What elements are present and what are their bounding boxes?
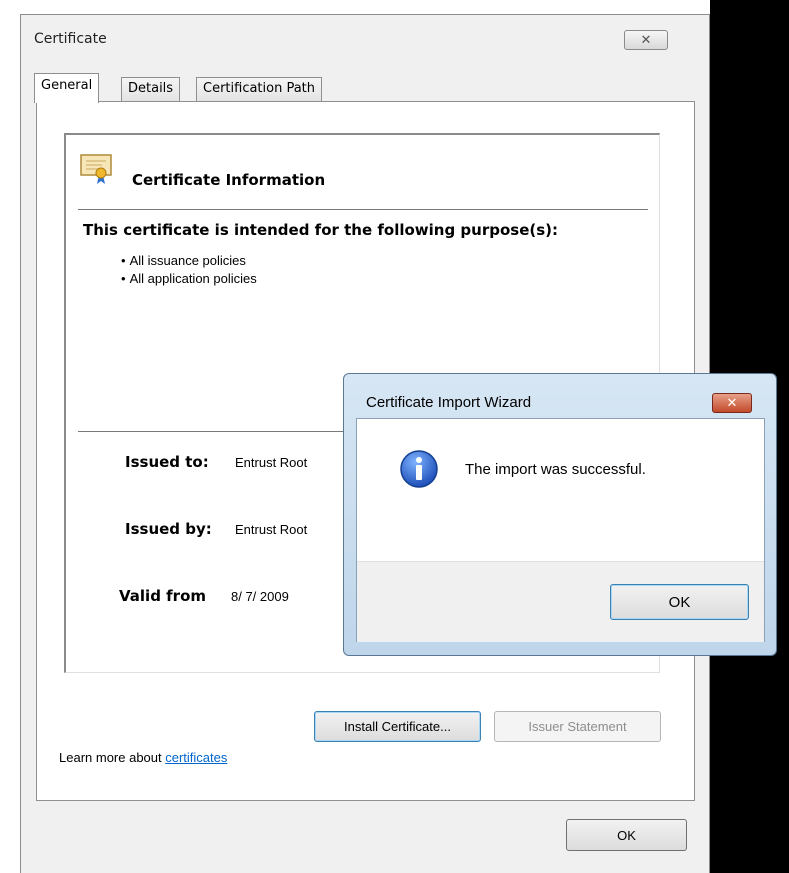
certificate-info-heading: Certificate Information — [132, 171, 326, 189]
close-icon: ✕ — [640, 32, 652, 48]
issued-by-label: Issued by: — [125, 520, 212, 538]
tab-details[interactable]: Details — [121, 77, 181, 101]
certificates-link[interactable]: certificates — [165, 750, 227, 765]
divider — [78, 209, 648, 210]
install-certificate-label: Install Certificate... — [344, 719, 451, 734]
valid-from-value: 8/ 7/ 2009 — [231, 589, 289, 604]
window-title: Certificate — [34, 31, 107, 47]
wizard-title: Certificate Import Wizard — [366, 394, 532, 411]
close-icon: ✕ — [726, 395, 738, 411]
valid-from-label: Valid from — [119, 587, 207, 605]
issued-to-label: Issued to: — [125, 453, 209, 471]
issued-to-value: Entrust Root — [235, 455, 308, 470]
tab-certification-path-label: Certification Path — [203, 81, 316, 96]
purpose-item: All issuance policies — [121, 253, 257, 268]
wizard-message: The import was successful. — [465, 461, 646, 478]
tab-certification-path[interactable]: Certification Path — [196, 77, 323, 101]
import-wizard-dialog: Certificate Import Wizard ✕ The import w… — [343, 373, 777, 656]
purpose-heading: This certificate is intended for the fol… — [83, 221, 559, 239]
install-certificate-button[interactable]: Install Certificate... — [314, 711, 481, 742]
tab-general[interactable]: General — [34, 73, 100, 103]
wizard-footer: OK — [357, 561, 764, 642]
wizard-body: The import was successful. OK — [356, 418, 765, 642]
learn-more-text: Learn more about certificates — [59, 750, 227, 765]
tab-general-label: General — [41, 78, 93, 93]
ok-label: OK — [617, 827, 636, 843]
issuer-statement-button[interactable]: Issuer Statement — [494, 711, 661, 742]
wizard-close-button[interactable]: ✕ — [712, 393, 752, 413]
certificate-icon — [80, 154, 112, 184]
info-icon — [400, 450, 438, 488]
close-button[interactable]: ✕ — [624, 30, 668, 50]
purpose-list: All issuance policies All application po… — [121, 253, 257, 289]
wizard-ok-label: OK — [668, 593, 691, 611]
purpose-item: All application policies — [121, 271, 257, 286]
issued-by-value: Entrust Root — [235, 522, 308, 537]
ok-button[interactable]: OK — [566, 819, 687, 851]
issuer-statement-label: Issuer Statement — [528, 719, 627, 734]
tab-details-label: Details — [128, 81, 174, 96]
wizard-ok-button[interactable]: OK — [610, 584, 749, 620]
learn-more-prefix: Learn more about — [59, 750, 166, 765]
